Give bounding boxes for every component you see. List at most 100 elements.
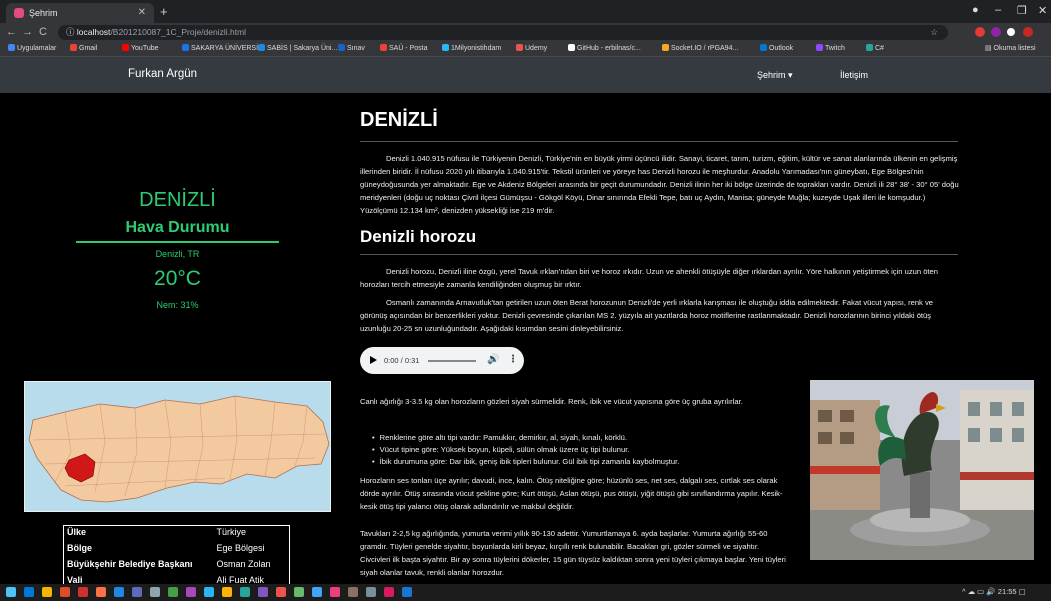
bookmark-item[interactable]: SABİS | Sakarya Üni... xyxy=(258,44,337,52)
address-input[interactable]: ⓘ localhost/B201210087_1C_Proje/denizli.… xyxy=(58,25,948,40)
taskbar-app-icon[interactable] xyxy=(96,587,106,597)
bookmark-label: SAÜ - Posta xyxy=(389,45,428,52)
bookmark-label: YouTube xyxy=(131,45,159,52)
forward-icon[interactable]: → xyxy=(22,26,33,38)
new-tab-icon[interactable]: + xyxy=(160,4,168,19)
list-item: İbik durumuna göre: Dar ibik, geniş ibik… xyxy=(372,456,792,468)
maximize-icon[interactable]: ❐ xyxy=(1017,4,1027,17)
weather-heading: Hava Durumu xyxy=(125,219,230,236)
taskbar-app-icon[interactable] xyxy=(222,587,232,597)
taskbar-app-icon[interactable] xyxy=(366,587,376,597)
section-title-denizli-horozu: Denizli horozu xyxy=(360,227,477,246)
turkey-landmass xyxy=(28,395,330,503)
bookmark-item[interactable]: Twitch xyxy=(816,44,845,52)
windows-start-icon[interactable] xyxy=(6,587,16,597)
bookmark-item[interactable]: Uygulamalar xyxy=(8,44,56,52)
bookmark-favicon-icon xyxy=(380,44,387,51)
bookmark-item[interactable]: 1Milyonistihdam xyxy=(442,44,501,52)
tray-icons: ^ ☁ ▭ 🔊 xyxy=(962,587,998,596)
volume-icon[interactable]: 🔊 xyxy=(487,354,499,365)
taskbar-app-icon[interactable] xyxy=(384,587,394,597)
bookmark-label: GitHub - erbilnas/c... xyxy=(577,45,641,52)
back-icon[interactable]: ← xyxy=(6,26,17,38)
bookmark-favicon-icon xyxy=(516,44,523,51)
horoz-paragraph-2: Osmanlı zamanında Arnavutluk'tan getiril… xyxy=(360,298,933,333)
reading-list-button[interactable]: ▤ Okuma listesi xyxy=(985,44,1036,52)
taskbar-app-icon[interactable] xyxy=(276,587,286,597)
url-host: localhost xyxy=(76,27,111,37)
minimize-icon[interactable]: – xyxy=(995,4,1001,16)
bookmark-label: Uygulamalar xyxy=(17,45,57,52)
tab-title: Şehrim xyxy=(29,8,58,18)
rooster-statue-photo xyxy=(810,380,1034,560)
taskbar-app-icon[interactable] xyxy=(402,587,412,597)
notification-icon[interactable]: ▢ xyxy=(1017,587,1026,596)
bookmark-favicon-icon xyxy=(338,44,345,51)
browser-tab[interactable]: Şehrim ✕ xyxy=(6,3,154,23)
audio-player[interactable]: 0:00 / 0:31 🔊 ⋮ xyxy=(360,347,524,374)
taskbar-app-icon[interactable] xyxy=(204,587,214,597)
bookmark-item[interactable]: Gmail xyxy=(70,44,97,52)
nav-link-iletisim[interactable]: İletişim xyxy=(840,70,868,80)
taskbar-app-icon[interactable] xyxy=(348,587,358,597)
voice-paragraph: Horozların ses tonları üçe ayrılır; davu… xyxy=(360,476,783,511)
extensions-puzzle-icon[interactable] xyxy=(1007,28,1015,36)
table-key: Vali xyxy=(67,574,83,585)
bookmark-star-icon[interactable]: ☆ xyxy=(930,25,938,40)
bookmark-item[interactable]: YouTube xyxy=(122,44,159,52)
taskbar-app-icon[interactable] xyxy=(78,587,88,597)
reload-icon[interactable]: C xyxy=(39,26,47,38)
taskbar-app-icon[interactable] xyxy=(258,587,268,597)
taskbar-app-icon[interactable] xyxy=(168,587,178,597)
profile-icon[interactable]: ● xyxy=(972,4,979,16)
bookmark-item[interactable]: SAÜ - Posta xyxy=(380,44,428,52)
taskbar-app-icon[interactable] xyxy=(312,587,322,597)
weather-humidity: Nem: 31% xyxy=(156,300,199,310)
taskbar-app-icon[interactable] xyxy=(24,587,34,597)
extension-icon[interactable] xyxy=(991,27,1001,37)
tab-close-icon[interactable]: ✕ xyxy=(138,7,146,18)
taskbar-app-icon[interactable] xyxy=(294,587,304,597)
bookmark-item[interactable]: Sınav xyxy=(338,44,365,52)
page-content: DENİZLİ Hava Durumu Denizli, TR 20°C Nem… xyxy=(0,93,1051,584)
taskbar-app-icon[interactable] xyxy=(132,587,142,597)
taskbar-app-icon[interactable] xyxy=(240,587,250,597)
bookmark-label: SAKARYA ÜNİVERSİ... xyxy=(191,45,264,52)
weather-temperature: 20°C xyxy=(154,267,201,290)
city-title: DENİZLİ xyxy=(139,189,216,211)
table-value: Ege Bölgesi xyxy=(216,542,265,553)
nav-dropdown-sehrim[interactable]: Şehrim ▾ xyxy=(757,70,793,81)
taskbar-app-icon[interactable] xyxy=(42,587,52,597)
bookmark-favicon-icon xyxy=(442,44,449,51)
bookmark-item[interactable]: Socket.IO / rPGA94... xyxy=(662,44,738,52)
bookmark-item[interactable]: Udemy xyxy=(516,44,547,52)
url-path: /B201210087_1C_Proje/denizli.html xyxy=(110,27,247,37)
system-tray[interactable]: ^ ☁ ▭ 🔊 21:55 ▢ xyxy=(962,587,1026,596)
bookmark-item[interactable]: C# xyxy=(866,44,884,52)
tab-favicon-icon xyxy=(14,8,24,18)
horoz-paragraph-1: Denizli horozu, Denizli iline özgü, yere… xyxy=(360,267,938,289)
window-close-icon[interactable]: ✕ xyxy=(1038,4,1047,17)
taskbar-app-icon[interactable] xyxy=(150,587,160,597)
bookmark-label: C# xyxy=(875,45,884,52)
extension-icon[interactable] xyxy=(975,27,985,37)
audio-seek-bar[interactable] xyxy=(428,360,476,362)
extension-icon[interactable] xyxy=(1023,27,1033,37)
bookmark-item[interactable]: SAKARYA ÜNİVERSİ... xyxy=(182,44,264,52)
bookmark-item[interactable]: Outlook xyxy=(760,44,793,52)
taskbar-app-icon[interactable] xyxy=(60,587,70,597)
taskbar-app-icon[interactable] xyxy=(186,587,196,597)
table-row: Bölge Ege Bölgesi xyxy=(64,542,290,558)
list-item: Vücut tipine göre: Yüksek boyun, küpeli,… xyxy=(372,444,792,456)
bookmark-label: Udemy xyxy=(525,45,548,52)
list-item: Renklerine göre altı tipi vardır: Pamukk… xyxy=(372,432,792,444)
navbar-brand[interactable]: Furkan Argün xyxy=(128,68,197,80)
windows-taskbar: ^ ☁ ▭ 🔊 21:55 ▢ xyxy=(0,584,1051,601)
taskbar-app-icon[interactable] xyxy=(330,587,340,597)
bookmark-item[interactable]: GitHub - erbilnas/c... xyxy=(568,44,641,52)
bookmark-favicon-icon xyxy=(760,44,767,51)
play-icon[interactable] xyxy=(370,356,377,364)
more-options-icon[interactable]: ⋮ xyxy=(508,354,518,365)
taskbar-app-icon[interactable] xyxy=(114,587,124,597)
table-value: Türkiye xyxy=(216,527,247,537)
